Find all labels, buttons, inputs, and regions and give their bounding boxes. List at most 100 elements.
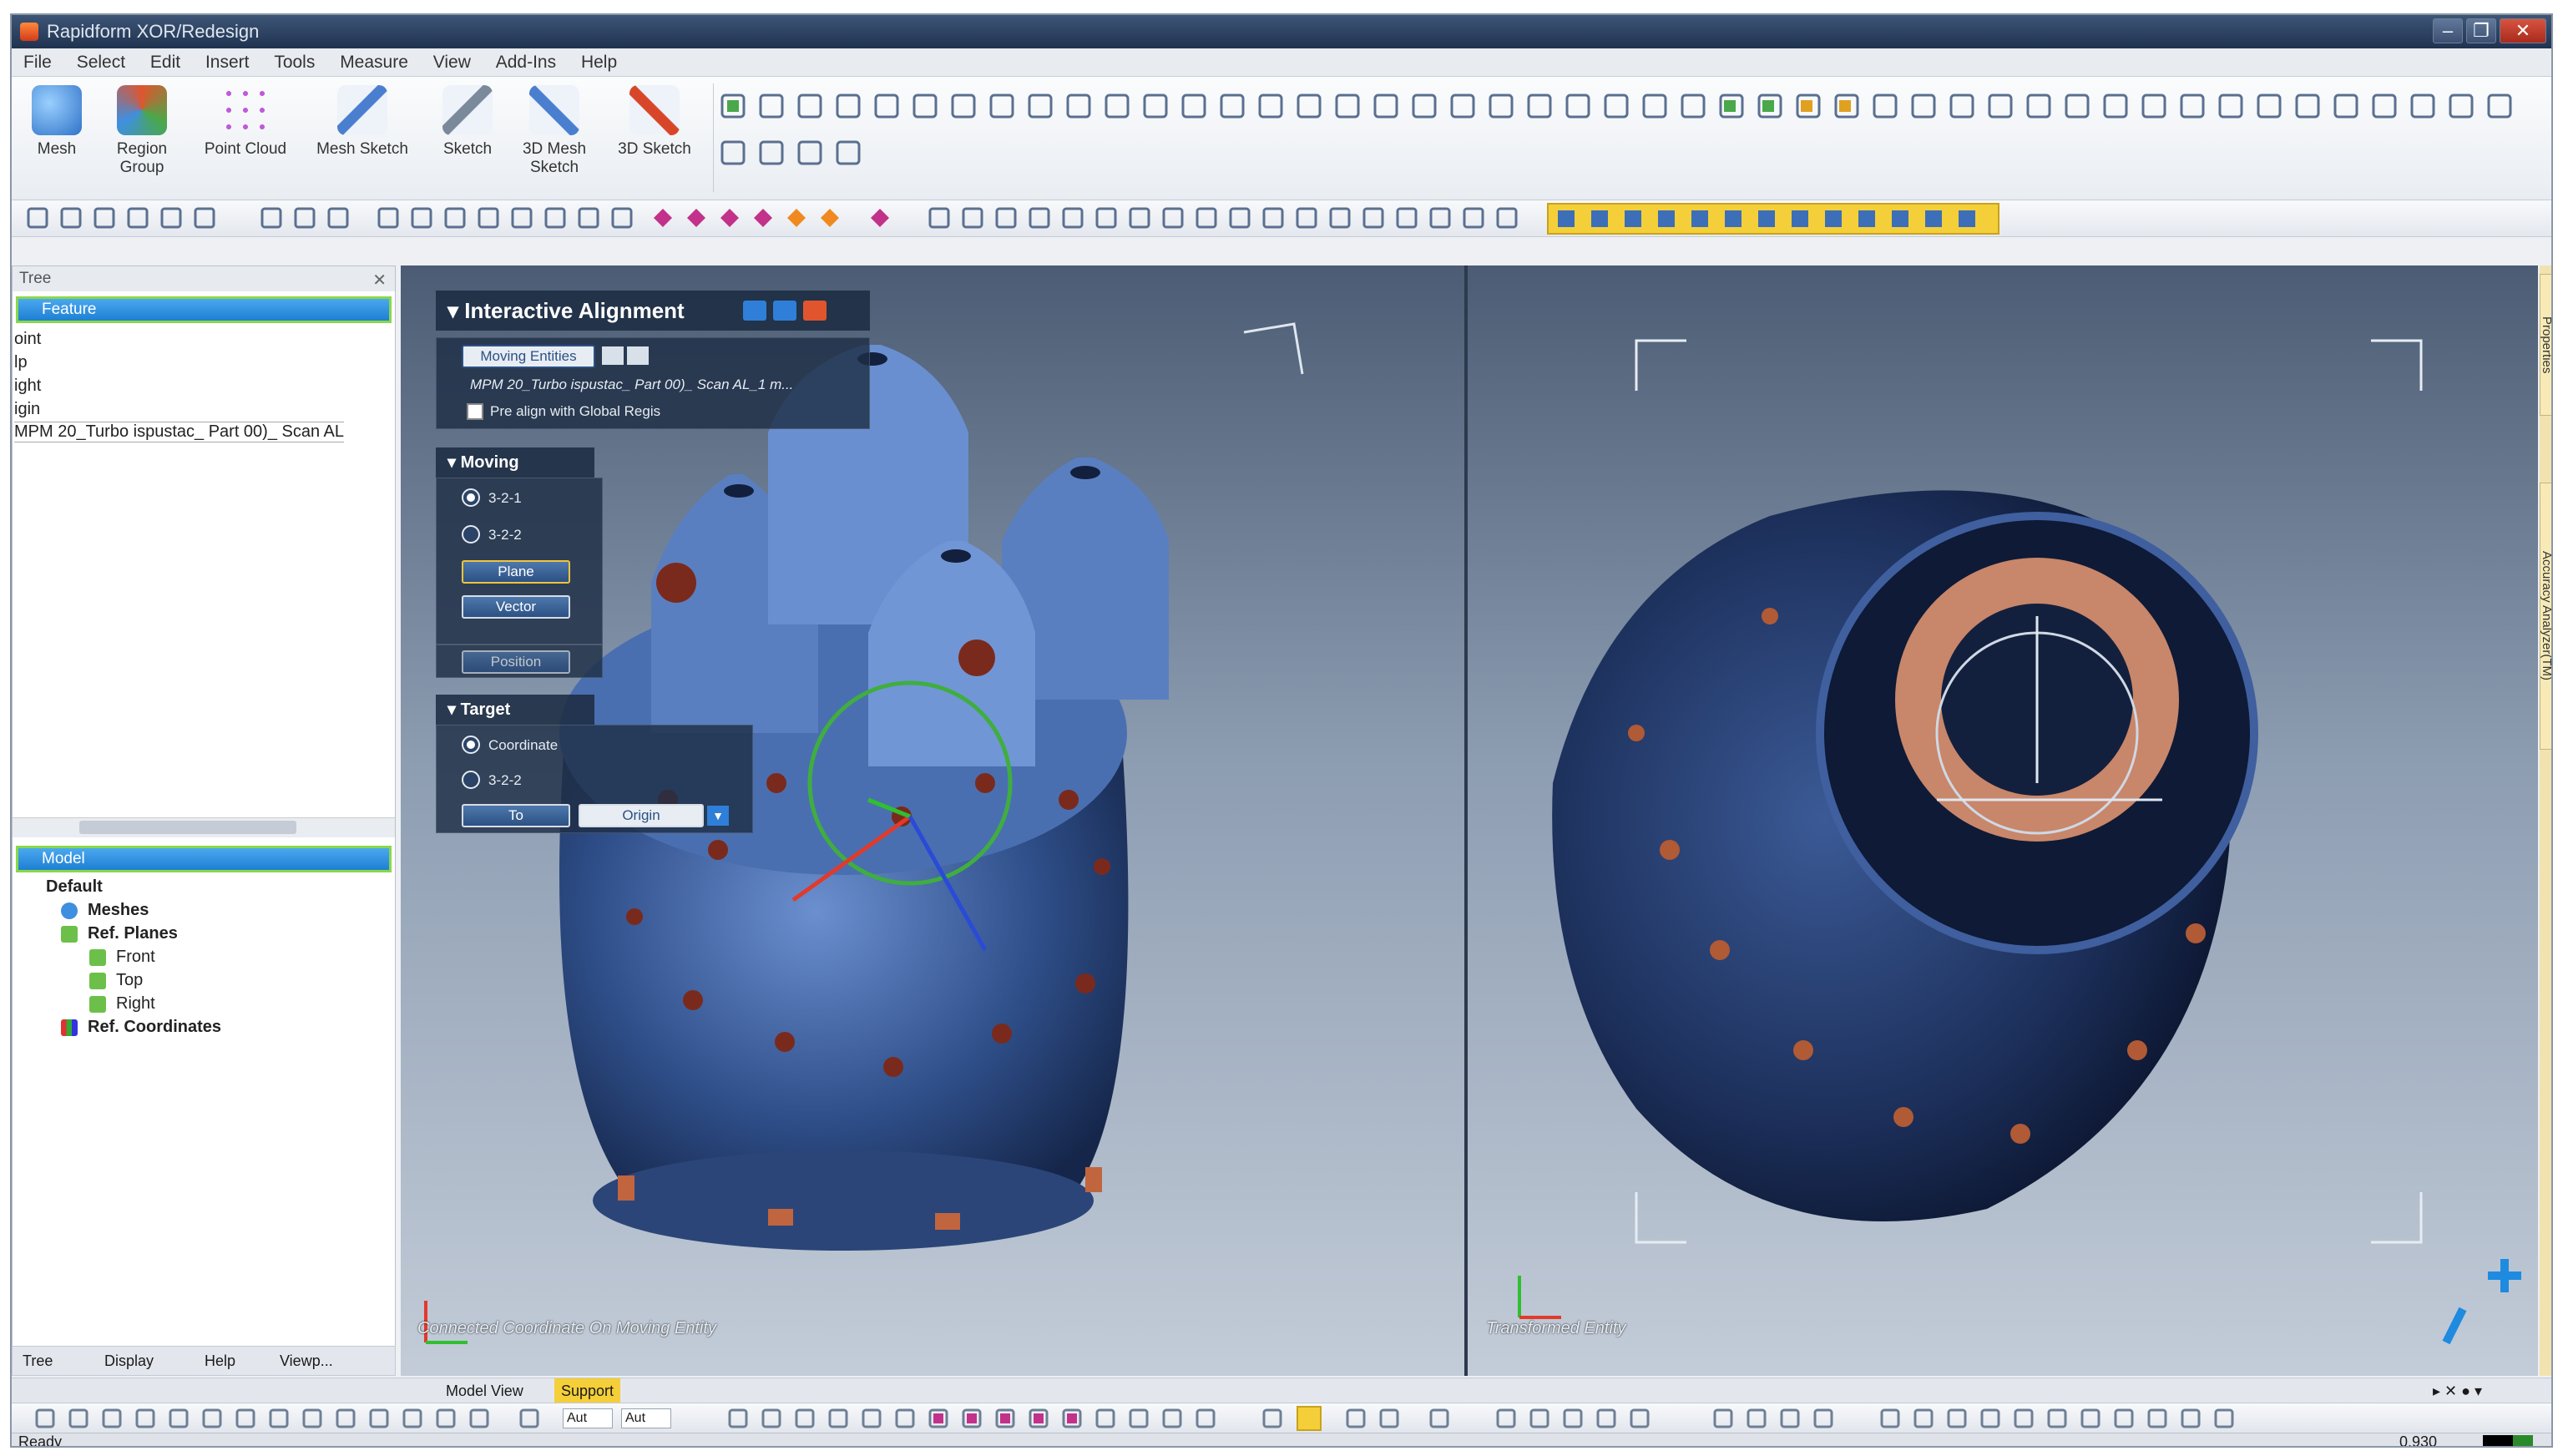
3d-mesh-sketch-icon <box>529 85 579 135</box>
left-panel-tabs: Tree Display Help Viewp... <box>12 1346 396 1376</box>
view-tabs-bar: Model View Support ▸ ✕ ● ▾ <box>12 1378 2551 1403</box>
select-icon[interactable] <box>602 346 624 365</box>
position-row: Position <box>436 645 603 678</box>
model-item-right[interactable]: Right <box>116 994 155 1014</box>
moving-entities-section: Moving Entities MPM 20_Turbo ispustac_ P… <box>436 337 870 429</box>
tab-viewpoint[interactable]: Viewp... <box>280 1347 333 1375</box>
model-item-ref-coordinates[interactable]: Ref. Coordinates <box>88 1018 221 1037</box>
model-item-front[interactable]: Front <box>116 948 155 967</box>
menu-select[interactable]: Select <box>77 48 125 77</box>
menu-file[interactable]: File <box>23 48 52 77</box>
ok-check-icon[interactable] <box>773 301 796 321</box>
close-button[interactable]: ✕ <box>2500 18 2546 43</box>
right-dock: Properties Accuracy Analyzer(TM) <box>2540 265 2551 1376</box>
plane-button[interactable]: Plane <box>462 560 570 584</box>
tab-model-view[interactable]: Model View <box>446 1378 523 1403</box>
interactive-alignment-panel: ▾ Interactive Alignment Moving Entities … <box>436 291 870 867</box>
menu-help[interactable]: Help <box>581 48 617 77</box>
region-group-button[interactable]: Region Group <box>104 85 180 194</box>
scrollbar-thumb[interactable] <box>79 821 296 834</box>
menu-bar: File Select Edit Insert Tools Measure Vi… <box>12 48 2551 77</box>
point-cloud-button[interactable]: Point Cloud <box>195 85 296 194</box>
close-view-icon[interactable]: ▸ ✕ ● ▾ <box>2433 1378 2482 1403</box>
feature-item[interactable]: ight <box>14 377 41 396</box>
help-icon[interactable] <box>743 301 766 321</box>
tab-support[interactable]: Support <box>554 1378 621 1403</box>
sketch-icon <box>442 85 493 135</box>
tab-help[interactable]: Help <box>205 1347 235 1375</box>
prealign-label: Pre align with Global Regis <box>490 403 661 419</box>
panel-close-icon[interactable]: ✕ <box>372 270 387 291</box>
target-radio-322[interactable] <box>462 771 480 789</box>
menu-view[interactable]: View <box>433 48 471 77</box>
mesh-icon <box>32 85 82 135</box>
feature-tree-header[interactable]: Feature <box>16 296 392 323</box>
moving-radio-321[interactable] <box>462 488 480 507</box>
sketch-button[interactable]: Sketch <box>429 85 506 194</box>
point-cloud-label: Point Cloud <box>204 140 287 158</box>
target-section-header[interactable]: ▾ Target <box>436 695 594 725</box>
feature-icon-strip <box>713 83 2541 192</box>
window-title: Rapidform XOR/Redesign <box>47 21 260 42</box>
moving-header-text: Moving <box>460 453 519 472</box>
prealign-checkbox[interactable] <box>467 403 483 420</box>
menu-tools[interactable]: Tools <box>274 48 315 77</box>
status-indicator <box>2483 1435 2533 1446</box>
model-item-meshes[interactable]: Meshes <box>88 901 149 920</box>
moving-option-1: 3-2-1 <box>488 490 522 506</box>
feature-item-scan[interactable]: MPM 20_Turbo ispustac_ Part 00)_ Scan AL <box>14 422 345 442</box>
feature-tool-icons[interactable] <box>714 83 2542 192</box>
toolbar-tool-icons[interactable] <box>12 200 2550 237</box>
target-radio-coordinate[interactable] <box>462 736 480 754</box>
region-group-icon <box>117 85 167 135</box>
minimize-icon[interactable]: ‒ <box>2433 18 2463 43</box>
3d-sketch-button[interactable]: 3D Sketch <box>613 85 696 194</box>
model-tree-header[interactable]: Model <box>16 846 392 872</box>
menu-add-ins[interactable]: Add-Ins <box>496 48 556 77</box>
properties-tab[interactable]: Properties <box>2540 274 2551 416</box>
menu-insert[interactable]: Insert <box>205 48 250 77</box>
accuracy-analyzer-tab[interactable]: Accuracy Analyzer(TM) <box>2540 483 2551 750</box>
model-item-default[interactable]: Default <box>46 877 103 897</box>
left-view-overlay-text: Connected Coordinate On Moving Entity <box>417 1319 716 1337</box>
mesh-sketch-button[interactable]: Mesh Sketch <box>312 85 412 194</box>
cancel-icon[interactable] <box>803 301 827 321</box>
tab-tree[interactable]: Tree <box>23 1347 53 1375</box>
origin-select[interactable]: Origin <box>579 804 704 827</box>
region-group-label: Region Group <box>116 140 168 176</box>
restore-icon[interactable]: ❐ <box>2466 18 2496 43</box>
ref-planes-icon <box>61 926 78 943</box>
meshes-icon <box>61 902 78 919</box>
status-bar: Ready 0.930 <box>12 1433 2551 1446</box>
moving-radio-322[interactable] <box>462 525 480 543</box>
menu-edit[interactable]: Edit <box>150 48 180 77</box>
clear-icon[interactable] <box>627 346 649 365</box>
feature-item[interactable]: lp <box>14 353 28 372</box>
3d-mesh-sketch-button[interactable]: 3D Mesh Sketch <box>513 85 596 194</box>
3d-mesh-sketch-label: 3D Mesh Sketch <box>522 140 587 176</box>
mesh-button[interactable]: Mesh <box>18 85 95 194</box>
feature-item[interactable]: oint <box>14 330 41 349</box>
ribbon-toolbar: Mesh Region Group Point Cloud Mesh Sketc… <box>12 77 2551 200</box>
mesh-label: Mesh <box>37 140 77 158</box>
model-item-ref-planes[interactable]: Ref. Planes <box>88 924 178 943</box>
ref-coordinates-icon <box>61 1019 78 1036</box>
alignment-title-text: Interactive Alignment <box>464 298 685 323</box>
position-button[interactable]: Position <box>462 650 570 674</box>
app-logo-icon <box>20 23 38 41</box>
mesh-sketch-label: Mesh Sketch <box>316 140 408 158</box>
vector-button[interactable]: Vector <box>462 595 570 619</box>
menu-measure[interactable]: Measure <box>340 48 408 77</box>
bottom-tool-icons[interactable] <box>12 1403 2550 1433</box>
model-item-top[interactable]: Top <box>116 971 143 990</box>
viewport-split-divider[interactable] <box>1464 265 1468 1376</box>
moving-section-header[interactable]: ▾ Moving <box>436 447 594 478</box>
moving-entities-button[interactable]: Moving Entities <box>462 345 595 368</box>
feature-item[interactable]: igin <box>14 400 40 419</box>
horizontal-scrollbar[interactable] <box>13 817 395 837</box>
target-option-2: 3-2-2 <box>488 772 522 788</box>
tab-display[interactable]: Display <box>104 1347 154 1375</box>
chevron-down-icon[interactable]: ▼ <box>707 806 729 826</box>
moving-option-2: 3-2-2 <box>488 527 522 543</box>
to-button[interactable]: To <box>462 804 570 827</box>
